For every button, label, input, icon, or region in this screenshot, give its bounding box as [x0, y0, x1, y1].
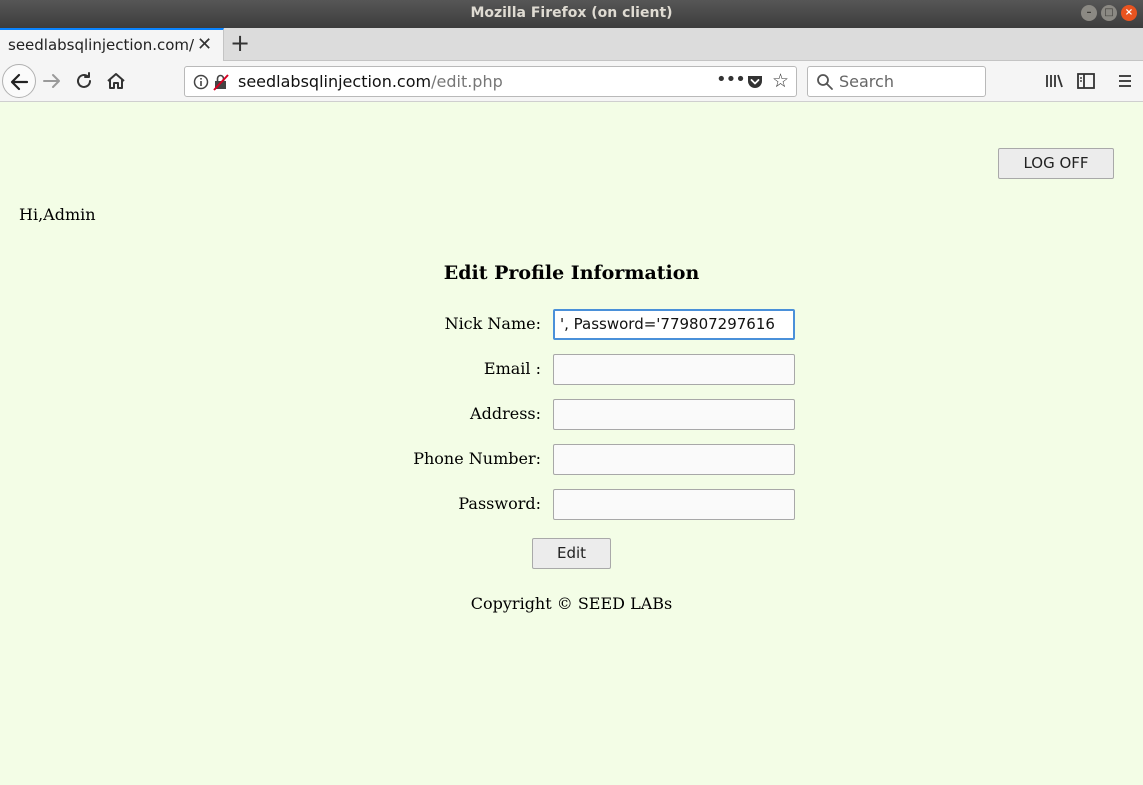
- password-label: Password:: [458, 494, 541, 513]
- home-icon[interactable]: [104, 69, 128, 93]
- minimize-icon[interactable]: –: [1081, 5, 1097, 21]
- library-icon[interactable]: [1042, 69, 1066, 93]
- nickname-field[interactable]: ', Password='779807297616: [553, 309, 795, 340]
- form-row-password: Password:: [0, 489, 1143, 521]
- back-arrow-icon: [10, 73, 29, 91]
- greeting-text: Hi,Admin: [19, 205, 96, 224]
- url-bar[interactable]: seedlabsqlinjection.com/edit.php ••• ☆: [184, 66, 797, 97]
- navigation-bar: seedlabsqlinjection.com/edit.php ••• ☆ S…: [0, 61, 1143, 102]
- maximize-icon[interactable]: □: [1101, 5, 1117, 21]
- url-text[interactable]: seedlabsqlinjection.com/edit.php: [238, 72, 503, 91]
- back-button[interactable]: [2, 64, 36, 98]
- form-row-nickname: Nick Name: ', Password='779807297616: [0, 309, 1143, 341]
- forward-icon[interactable]: [40, 69, 64, 93]
- page-title: Edit Profile Information: [443, 262, 700, 284]
- search-placeholder: Search: [839, 72, 894, 91]
- insecure-lock-icon: [213, 74, 229, 91]
- close-window-icon[interactable]: ×: [1121, 5, 1137, 21]
- password-field[interactable]: [553, 489, 795, 520]
- pocket-icon: [748, 76, 762, 88]
- address-field[interactable]: [553, 399, 795, 430]
- tab-strip: seedlabsqlinjection.com/edit.php ✕ +: [0, 28, 1143, 61]
- email-label: Email :: [483, 359, 541, 378]
- tab-active[interactable]: seedlabsqlinjection.com/edit.php ✕: [0, 28, 224, 61]
- url-host: seedlabsqlinjection.com: [238, 72, 432, 91]
- sidebar-icon[interactable]: [1074, 69, 1098, 93]
- page-actions-icon[interactable]: •••: [716, 69, 746, 90]
- copyright-text: Copyright © SEED LABs: [470, 594, 673, 613]
- url-path: /edit.php: [431, 72, 503, 91]
- address-label: Address:: [470, 404, 541, 423]
- window-title: Mozilla Firefox (on client): [470, 5, 673, 21]
- nickname-label: Nick Name:: [444, 314, 541, 333]
- phone-label: Phone Number:: [413, 449, 541, 468]
- new-tab-icon[interactable]: +: [229, 29, 251, 57]
- form-row-phone: Phone Number:: [0, 444, 1143, 476]
- edit-button[interactable]: Edit: [532, 538, 611, 569]
- email-field[interactable]: [553, 354, 795, 385]
- search-icon: [817, 74, 833, 90]
- info-icon: [193, 74, 209, 90]
- phone-field[interactable]: [553, 444, 795, 475]
- bookmark-star-icon[interactable]: ☆: [772, 70, 789, 92]
- logoff-button[interactable]: LOG OFF: [998, 148, 1114, 179]
- reload-icon[interactable]: [72, 69, 96, 93]
- form-row-address: Address:: [0, 399, 1143, 431]
- search-bar[interactable]: Search: [807, 66, 986, 97]
- hamburger-menu-icon[interactable]: [1113, 69, 1137, 93]
- tab-title: seedlabsqlinjection.com/edit.php: [8, 36, 194, 54]
- form-row-email: Email :: [0, 354, 1143, 386]
- window-titlebar: Mozilla Firefox (on client) – □ ×: [0, 0, 1143, 28]
- tab-close-icon[interactable]: ✕: [197, 34, 212, 55]
